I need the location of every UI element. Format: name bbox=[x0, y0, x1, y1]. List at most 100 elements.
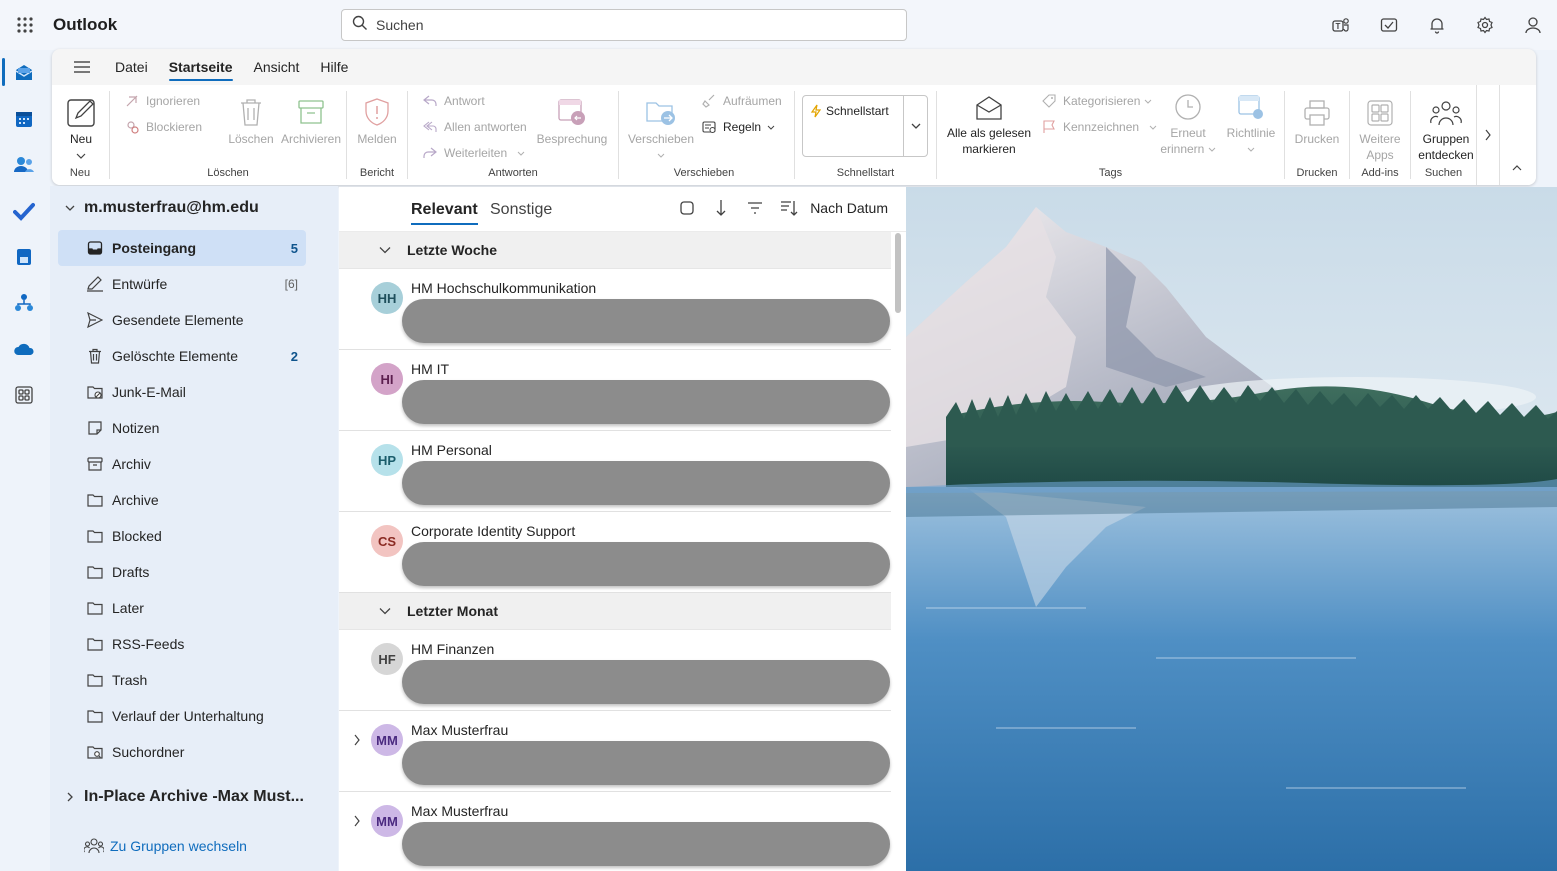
folder-item[interactable]: Archive bbox=[58, 482, 306, 518]
flag-button[interactable]: Kennzeichnen bbox=[1041, 117, 1157, 137]
folder-item[interactable]: RSS-Feeds bbox=[58, 626, 306, 662]
sweep-button[interactable]: Aufräumen bbox=[701, 91, 782, 111]
people-icon[interactable] bbox=[0, 142, 48, 188]
message-item[interactable]: MM Max Musterfrau bbox=[339, 711, 891, 792]
folder-item[interactable]: Entwürfe [6] bbox=[58, 266, 306, 302]
chevron-right-icon[interactable] bbox=[60, 792, 80, 802]
todo-icon[interactable] bbox=[0, 188, 48, 234]
message-item[interactable]: MM Max Musterfrau bbox=[339, 792, 891, 871]
folder-item[interactable]: Trash bbox=[58, 662, 306, 698]
hamburger-menu-icon[interactable] bbox=[67, 52, 97, 82]
message-item[interactable]: CS Corporate Identity Support bbox=[339, 512, 891, 593]
mark-all-read-button[interactable]: Alle als gelesen markieren bbox=[943, 93, 1035, 157]
forward-button[interactable]: Weiterleiten bbox=[422, 143, 525, 163]
tab-focused[interactable]: Relevant bbox=[411, 201, 478, 225]
discover-groups-button[interactable]: Gruppen entdecken bbox=[1415, 93, 1477, 163]
search-box[interactable] bbox=[341, 9, 907, 41]
folder-item[interactable]: Verlauf der Unterhaltung bbox=[58, 698, 306, 734]
tab-datei[interactable]: Datei bbox=[115, 53, 148, 81]
message-item[interactable]: HF HM Finanzen bbox=[339, 630, 891, 711]
chevron-down-icon[interactable] bbox=[62, 148, 100, 164]
tab-hilfe[interactable]: Hilfe bbox=[320, 53, 348, 81]
filter-icon[interactable] bbox=[738, 201, 772, 215]
policy-button[interactable]: Richtlinie bbox=[1223, 93, 1279, 157]
calendar-icon[interactable] bbox=[0, 96, 48, 142]
ribbon-scroll-right[interactable] bbox=[1476, 85, 1500, 185]
message-group-header[interactable]: Letzter Monat bbox=[339, 593, 891, 630]
message-item[interactable]: HH HM Hochschulkommunikation bbox=[339, 269, 891, 350]
switch-to-groups-link[interactable]: Zu Gruppen wechseln bbox=[84, 837, 247, 855]
rules-button[interactable]: Regeln bbox=[701, 117, 775, 137]
account-header[interactable]: m.musterfrau@hm.edu bbox=[60, 199, 259, 217]
more-apps-label-2: Apps bbox=[1366, 148, 1394, 162]
message-item[interactable]: HP HM Personal bbox=[339, 431, 891, 512]
search-input[interactable] bbox=[376, 17, 876, 33]
archive-account-header[interactable]: In-Place Archive -Max Must... bbox=[60, 788, 304, 806]
account-icon[interactable] bbox=[1509, 0, 1557, 50]
archive-button[interactable]: Archivieren bbox=[280, 93, 342, 147]
folder-item[interactable]: Suchordner bbox=[58, 734, 306, 770]
org-icon[interactable] bbox=[0, 280, 48, 326]
bell-icon[interactable] bbox=[1413, 0, 1461, 50]
files-icon[interactable] bbox=[0, 234, 48, 280]
folder-label: RSS-Feeds bbox=[112, 636, 185, 652]
groups-icon bbox=[1415, 93, 1477, 127]
new-mail-button[interactable]: Neu bbox=[62, 93, 100, 164]
more-apps-button[interactable]: Weitere Apps bbox=[1354, 93, 1406, 163]
collapse-ribbon-icon[interactable] bbox=[1512, 159, 1522, 177]
folder-item[interactable]: Gelöschte Elemente 2 bbox=[58, 338, 306, 374]
print-button[interactable]: Drucken bbox=[1291, 93, 1343, 147]
my-day-icon[interactable] bbox=[1365, 0, 1413, 50]
reply-label: Antwort bbox=[444, 94, 485, 108]
app-title[interactable]: Outlook bbox=[53, 15, 117, 35]
ignore-button[interactable]: Ignorieren bbox=[124, 91, 200, 111]
folder-item[interactable]: Gesendete Elemente bbox=[58, 302, 306, 338]
folder-item[interactable]: Drafts bbox=[58, 554, 306, 590]
reply-button[interactable]: Antwort bbox=[422, 91, 485, 111]
message-list-scrollbar[interactable] bbox=[895, 233, 901, 313]
chevron-right-icon bbox=[1485, 129, 1491, 141]
chevron-right-icon[interactable] bbox=[353, 733, 361, 751]
group-addins: Weitere Apps Add-ins bbox=[1350, 85, 1410, 185]
app-launcher-icon[interactable] bbox=[0, 0, 50, 50]
folder-item[interactable]: Blocked bbox=[58, 518, 306, 554]
delete-button[interactable]: Löschen bbox=[228, 93, 274, 147]
onedrive-icon[interactable] bbox=[0, 326, 48, 372]
report-button[interactable]: Melden bbox=[353, 93, 401, 147]
chevron-down-icon[interactable] bbox=[60, 204, 80, 212]
categorize-button[interactable]: Kategorisieren bbox=[1041, 91, 1152, 111]
select-icon[interactable] bbox=[670, 200, 704, 216]
chevron-down-icon[interactable] bbox=[379, 246, 391, 254]
message-group-header[interactable]: Letzte Woche bbox=[339, 232, 891, 269]
avatar: CS bbox=[371, 525, 403, 557]
tab-ansicht[interactable]: Ansicht bbox=[254, 53, 300, 81]
folder-item[interactable]: Later bbox=[58, 590, 306, 626]
group-name-bericht: Bericht bbox=[359, 167, 395, 179]
apps-icon[interactable] bbox=[0, 372, 48, 418]
avatar: HF bbox=[371, 643, 403, 675]
sort-label[interactable]: Nach Datum bbox=[810, 200, 888, 216]
folder-item[interactable]: Archiv bbox=[58, 446, 306, 482]
folder-item[interactable]: Posteingang 5 bbox=[58, 230, 306, 266]
jump-to-icon[interactable] bbox=[704, 199, 738, 217]
chevron-right-icon[interactable] bbox=[353, 814, 361, 832]
sort-icon[interactable] bbox=[772, 200, 806, 216]
tab-other[interactable]: Sonstige bbox=[490, 201, 552, 219]
message-item[interactable]: HI HM IT bbox=[339, 350, 891, 431]
reply-all-button[interactable]: Allen antworten bbox=[422, 117, 527, 137]
teams-icon[interactable]: T bbox=[1317, 0, 1365, 50]
folder-item[interactable]: Junk-E-Mail bbox=[58, 374, 306, 410]
block-button[interactable]: Blockieren bbox=[124, 117, 202, 137]
trash-icon bbox=[86, 348, 104, 364]
redacted-preview bbox=[402, 380, 890, 424]
chevron-down-icon[interactable] bbox=[379, 607, 391, 615]
folder-item[interactable]: Notizen bbox=[58, 410, 306, 446]
gear-icon[interactable] bbox=[1461, 0, 1509, 50]
snooze-button[interactable]: Erneut erinnern bbox=[1159, 93, 1217, 157]
printer-icon bbox=[1291, 93, 1343, 127]
move-button[interactable]: Verschieben bbox=[625, 93, 697, 163]
mail-icon[interactable] bbox=[0, 50, 48, 96]
meeting-button[interactable]: Besprechung bbox=[536, 93, 608, 147]
folder-icon bbox=[86, 673, 104, 687]
tab-startseite[interactable]: Startseite bbox=[168, 53, 233, 81]
